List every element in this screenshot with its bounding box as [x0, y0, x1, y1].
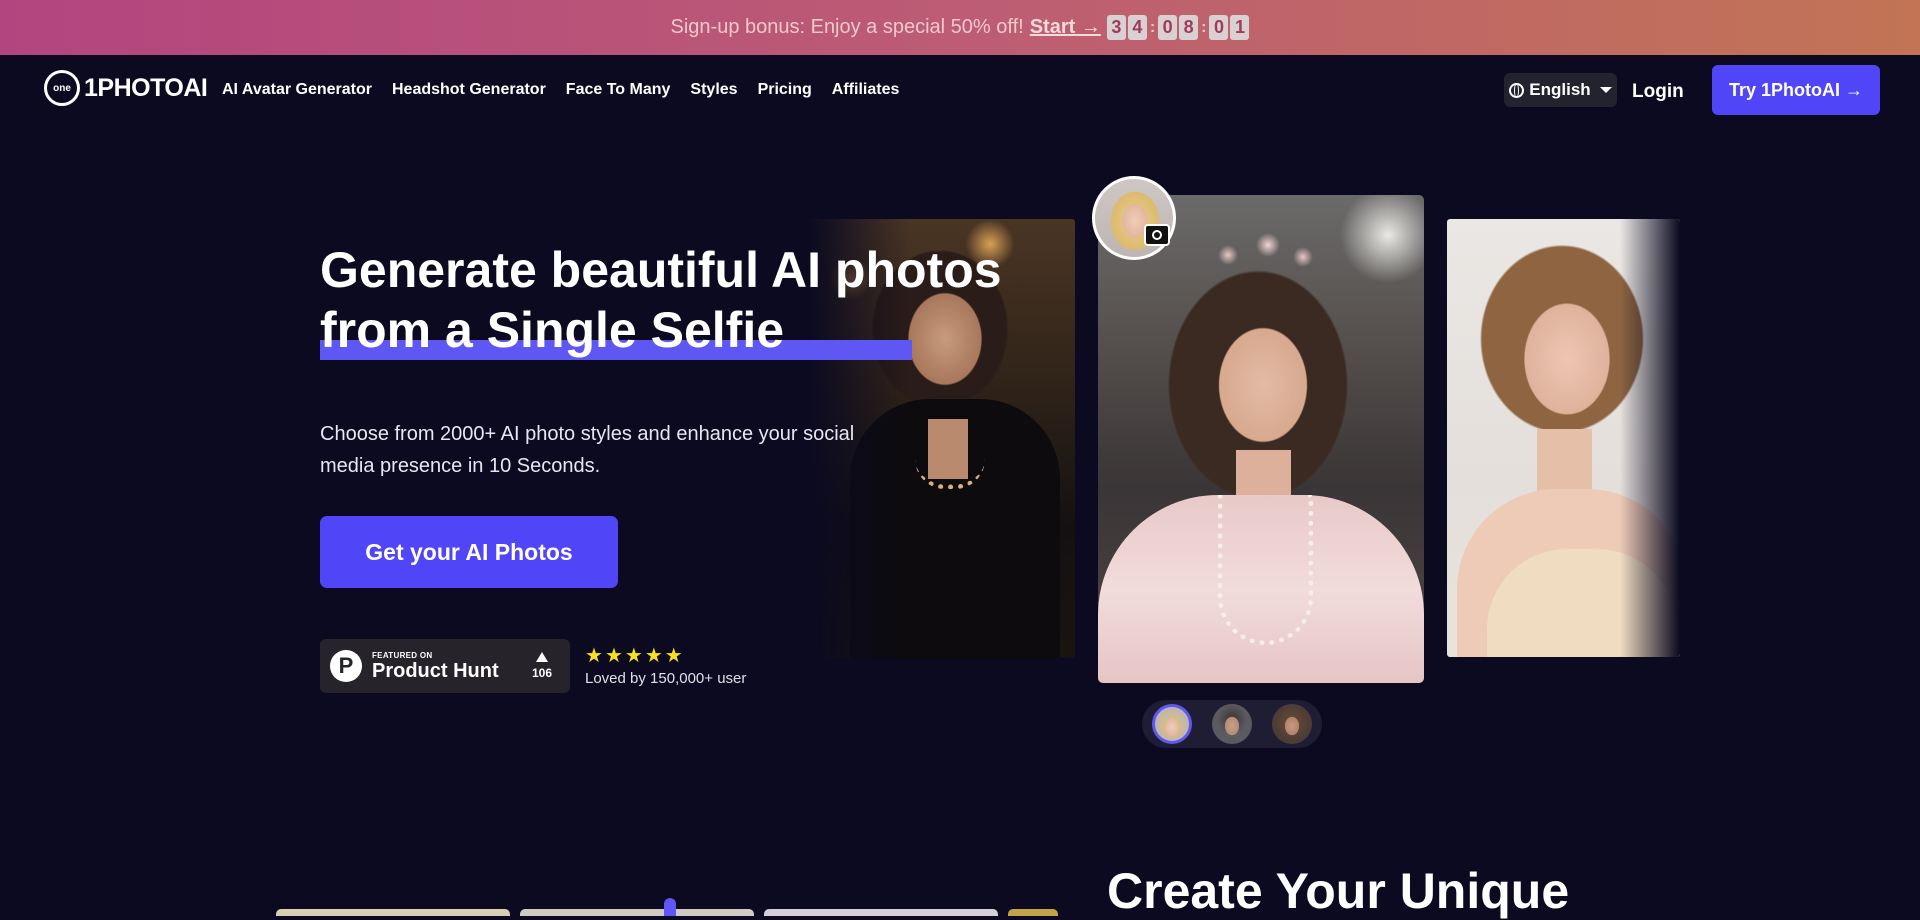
top-nav: one 1PHOTOAI AI Avatar Generator Headsho… — [0, 55, 1920, 125]
selfie-avatar — [1092, 176, 1176, 260]
logo-mark-text: one — [53, 82, 71, 94]
nav-link-headshot-generator[interactable]: Headshot Generator — [392, 81, 546, 99]
countdown-digit: 8 — [1179, 15, 1199, 40]
countdown-separator: : — [1201, 18, 1207, 36]
countdown-digit: 4 — [1127, 15, 1147, 40]
get-ai-photos-button[interactable]: Get your AI Photos — [320, 516, 618, 588]
sample-photo-light-dress — [1447, 219, 1680, 657]
nav-link-styles[interactable]: Styles — [690, 81, 737, 99]
star-icon: ★ — [644, 645, 663, 667]
star-icon: ★ — [585, 645, 603, 667]
product-hunt-name: Product Hunt — [372, 659, 499, 682]
chevron-down-icon — [1599, 87, 1612, 93]
section-title: Create Your Unique — [1107, 863, 1570, 919]
gallery-card[interactable] — [764, 909, 998, 916]
product-hunt-badge[interactable]: P FEATURED ON Product Hunt 106 — [320, 639, 570, 693]
face-thumb-man[interactable] — [1212, 704, 1252, 744]
language-label: English — [1529, 80, 1591, 99]
try-1photoai-button[interactable]: Try 1PhotoAI → — [1712, 65, 1880, 115]
loved-by-text: Loved by 150,000+ user — [585, 670, 747, 687]
hero-title: Generate beautiful AI photos from a Sing… — [320, 240, 1080, 360]
countdown-separator: : — [1149, 18, 1156, 36]
gallery-card[interactable] — [276, 909, 510, 916]
product-hunt-icon: P — [330, 650, 362, 682]
star-icon: ★ — [624, 645, 643, 667]
user-rating: ★ ★ ★ ★ ★ Loved by 150,000+ user — [585, 646, 746, 687]
promo-banner: Sign-up bonus: Enjoy a special 50% off! … — [0, 0, 1920, 55]
hero-title-line2: from a Single Selfie — [320, 302, 785, 358]
logo-text: 1PHOTOAI — [84, 73, 208, 102]
countdown-digit: 1 — [1230, 15, 1250, 40]
logo[interactable]: one 1PHOTOAI — [44, 70, 208, 106]
sample-photo-pink-dress — [1098, 195, 1424, 683]
gallery-card[interactable] — [520, 909, 754, 916]
login-link[interactable]: Login — [1632, 81, 1684, 103]
hero-subtitle: Choose from 2000+ AI photo styles and en… — [320, 423, 855, 477]
countdown-digit: 3 — [1106, 15, 1126, 40]
nav-link-ai-avatar-generator[interactable]: AI Avatar Generator — [222, 81, 372, 99]
camera-icon — [1144, 224, 1170, 246]
nav-link-pricing[interactable]: Pricing — [758, 81, 812, 99]
rating-stars: ★ ★ ★ ★ ★ — [585, 646, 746, 666]
gallery-card[interactable] — [1008, 909, 1058, 916]
promo-start-link[interactable]: Start → — [1030, 16, 1101, 39]
compare-slider-handle[interactable] — [664, 898, 676, 916]
countdown-digit: 0 — [1158, 15, 1178, 40]
star-icon: ★ — [604, 645, 623, 667]
globe-icon — [1509, 82, 1525, 98]
vote-count: 106 — [531, 666, 552, 680]
star-icon: ★ — [664, 645, 683, 667]
logo-mark-icon: one — [44, 70, 80, 106]
face-thumb-brunette[interactable] — [1272, 704, 1312, 744]
hero-title-line1: Generate beautiful AI photos — [320, 242, 1002, 298]
product-hunt-featured: FEATURED ON — [372, 650, 433, 660]
nav-link-affiliates[interactable]: Affiliates — [832, 81, 900, 99]
upvote-icon — [535, 652, 548, 662]
language-selector[interactable]: English — [1504, 73, 1617, 107]
countdown-timer: 3 4 : 0 8 : 0 1 — [1106, 15, 1250, 40]
nav-links: AI Avatar Generator Headshot Generator F… — [222, 81, 899, 99]
nav-link-face-to-many[interactable]: Face To Many — [566, 81, 671, 99]
face-thumb-blonde[interactable] — [1152, 704, 1192, 744]
product-hunt-votes: 106 — [532, 652, 552, 680]
promo-text: Sign-up bonus: Enjoy a special 50% off! — [670, 16, 1024, 38]
face-selector — [1142, 700, 1322, 748]
countdown-digit: 0 — [1209, 15, 1229, 40]
